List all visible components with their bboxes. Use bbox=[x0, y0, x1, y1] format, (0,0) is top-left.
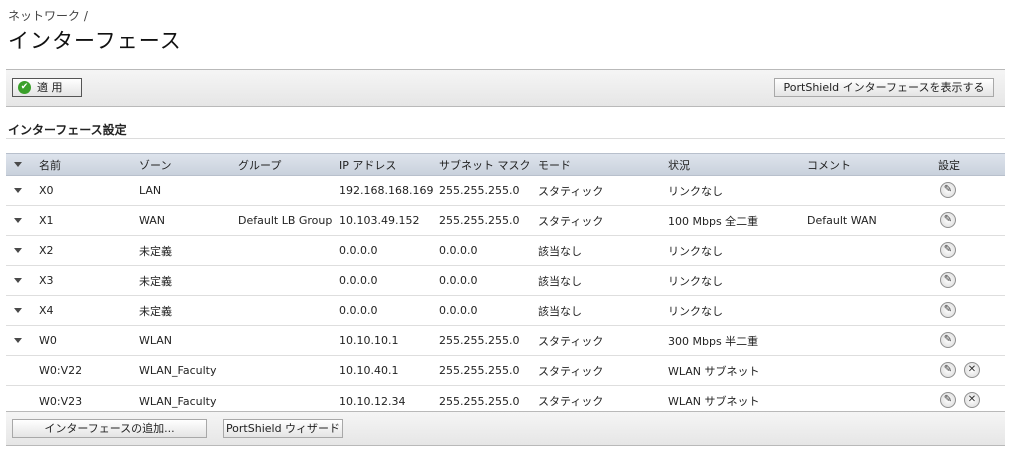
cell-name: W0:V22 bbox=[39, 364, 83, 377]
cell-status: 300 Mbps 半二重 bbox=[668, 334, 759, 348]
cell-mode: 該当なし bbox=[538, 304, 582, 318]
cell-ip: 10.10.10.1 bbox=[339, 334, 399, 347]
cell-zone: 未定義 bbox=[139, 274, 172, 288]
close-icon[interactable]: ✕ bbox=[964, 362, 980, 378]
header-zone[interactable]: ゾーン bbox=[139, 154, 171, 175]
cell-mask: 0.0.0.0 bbox=[439, 304, 478, 317]
expand-row-toggle[interactable] bbox=[14, 266, 22, 295]
expand-row-toggle[interactable] bbox=[14, 326, 22, 355]
table-row: W0 WLAN 10.10.10.1 255.255.255.0 スタティック 300 M… bbox=[6, 326, 1005, 356]
cell-mode: スタティック bbox=[538, 334, 604, 348]
header-ip[interactable]: IP アドレス bbox=[339, 154, 396, 175]
triangle-down-icon bbox=[14, 188, 22, 193]
triangle-down-icon bbox=[14, 248, 22, 253]
cell-mode: スタティック bbox=[538, 214, 604, 228]
top-toolbar: ✔ 適 用 PortShield インターフェースを表示する bbox=[6, 69, 1005, 107]
cell-mask: 0.0.0.0 bbox=[439, 244, 478, 257]
header-mask[interactable]: サブネット マスク bbox=[439, 154, 531, 175]
pencil-icon[interactable]: ✎ bbox=[940, 272, 956, 288]
header-config: 設定 bbox=[938, 158, 960, 172]
table-row: X3 未定義 0.0.0.0 0.0.0.0 該当なし リンクなし ✎ bbox=[6, 266, 1005, 296]
cell-mask: 255.255.255.0 bbox=[439, 184, 520, 197]
checkmark-icon: ✔ bbox=[18, 81, 31, 94]
pencil-icon[interactable]: ✎ bbox=[940, 242, 956, 258]
cell-status: リンクなし bbox=[668, 304, 723, 318]
portshield-wizard-button[interactable]: PortShield ウィザード bbox=[223, 419, 343, 438]
table-row: W0:V22 WLAN_Faculty 10.10.40.1 255.255.255.… bbox=[6, 356, 1005, 386]
cell-zone: 未定義 bbox=[139, 304, 172, 318]
cell-ip: 0.0.0.0 bbox=[339, 244, 378, 257]
pencil-icon[interactable]: ✎ bbox=[940, 302, 956, 318]
header-status[interactable]: 状況 bbox=[668, 154, 690, 175]
pencil-icon[interactable]: ✎ bbox=[940, 392, 956, 408]
apply-button[interactable]: ✔ 適 用 bbox=[12, 78, 82, 97]
cell-mode: スタティック bbox=[538, 184, 604, 198]
table-row: X1 WAN Default LB Group 10.103.49.152 255.25… bbox=[6, 206, 1005, 236]
header-group[interactable]: グループ bbox=[238, 154, 281, 175]
close-icon[interactable]: ✕ bbox=[964, 392, 980, 408]
cell-mask: 0.0.0.0 bbox=[439, 274, 478, 287]
pencil-icon[interactable]: ✎ bbox=[940, 212, 956, 228]
add-interface-button[interactable]: インターフェースの追加... bbox=[12, 419, 207, 438]
table-row: X0 LAN 192.168.168.169 255.255.255.0 スタティック リ… bbox=[6, 176, 1005, 206]
cell-mask: 255.255.255.0 bbox=[439, 364, 520, 377]
show-portshield-interfaces-button[interactable]: PortShield インターフェースを表示する bbox=[774, 78, 994, 97]
cell-name: X1 bbox=[39, 214, 54, 227]
triangle-down-icon bbox=[14, 338, 22, 343]
cell-mode: スタティック bbox=[538, 364, 604, 378]
breadcrumb: ネットワーク / bbox=[8, 9, 88, 23]
cell-mask: 255.255.255.0 bbox=[439, 334, 520, 347]
cell-zone: LAN bbox=[139, 184, 162, 197]
page-title: インターフェース bbox=[8, 29, 182, 53]
section-divider bbox=[6, 138, 1005, 139]
pencil-icon[interactable]: ✎ bbox=[940, 362, 956, 378]
pencil-icon[interactable]: ✎ bbox=[940, 182, 956, 198]
expand-row-toggle[interactable] bbox=[14, 236, 22, 265]
cell-status: WLAN サブネット bbox=[668, 364, 760, 378]
cell-ip: 0.0.0.0 bbox=[339, 274, 378, 287]
header-mode[interactable]: モード bbox=[538, 154, 571, 175]
header-name[interactable]: 名前 bbox=[39, 154, 61, 175]
cell-status: 100 Mbps 全二重 bbox=[668, 214, 759, 228]
triangle-down-icon bbox=[14, 308, 22, 313]
cell-zone: WAN bbox=[139, 214, 166, 227]
cell-ip: 0.0.0.0 bbox=[339, 304, 378, 317]
cell-group: Default LB Group bbox=[238, 214, 333, 227]
bottom-toolbar: インターフェースの追加... PortShield ウィザード bbox=[6, 411, 1005, 446]
expand-all-toggle[interactable] bbox=[14, 154, 22, 175]
cell-status: リンクなし bbox=[668, 244, 723, 258]
cell-name: X4 bbox=[39, 304, 54, 317]
header-comment[interactable]: コメント bbox=[807, 154, 851, 175]
expand-row-toggle[interactable] bbox=[14, 176, 22, 205]
cell-ip: 10.10.40.1 bbox=[339, 364, 399, 377]
cell-zone: WLAN_Faculty bbox=[139, 364, 217, 377]
interfaces-table: 名前 ゾーン グループ IP アドレス サブネット マスク モード 状況 コメン… bbox=[6, 153, 1005, 416]
cell-zone: WLAN bbox=[139, 334, 173, 347]
apply-button-label: 適 用 bbox=[37, 81, 63, 94]
pencil-icon[interactable]: ✎ bbox=[940, 332, 956, 348]
cell-comment: Default WAN bbox=[807, 214, 877, 227]
cell-ip: 10.103.49.152 bbox=[339, 214, 420, 227]
cell-name: W0 bbox=[39, 334, 57, 347]
cell-mode: 該当なし bbox=[538, 274, 582, 288]
cell-ip: 192.168.168.169 bbox=[339, 184, 434, 197]
cell-mode: 該当なし bbox=[538, 244, 582, 258]
table-header: 名前 ゾーン グループ IP アドレス サブネット マスク モード 状況 コメン… bbox=[6, 153, 1005, 176]
section-title: インターフェース設定 bbox=[8, 123, 127, 137]
cell-status: リンクなし bbox=[668, 274, 723, 288]
triangle-down-icon bbox=[14, 278, 22, 283]
expand-row-toggle[interactable] bbox=[14, 206, 22, 235]
table-body: X0 LAN 192.168.168.169 255.255.255.0 スタティックリ… bbox=[6, 176, 1005, 416]
cell-mask: 255.255.255.0 bbox=[439, 214, 520, 227]
expand-row-toggle[interactable] bbox=[14, 296, 22, 325]
cell-name: X2 bbox=[39, 244, 54, 257]
cell-name: X3 bbox=[39, 274, 54, 287]
triangle-down-icon bbox=[14, 218, 22, 223]
cell-name: X0 bbox=[39, 184, 54, 197]
cell-zone: 未定義 bbox=[139, 244, 172, 258]
table-row: X4 未定義 0.0.0.0 0.0.0.0 該当なし リンクなし ✎ bbox=[6, 296, 1005, 326]
table-row: X2 未定義 0.0.0.0 0.0.0.0 該当なし リンクなし ✎ bbox=[6, 236, 1005, 266]
triangle-down-icon bbox=[14, 162, 22, 167]
cell-status: リンクなし bbox=[668, 184, 723, 198]
